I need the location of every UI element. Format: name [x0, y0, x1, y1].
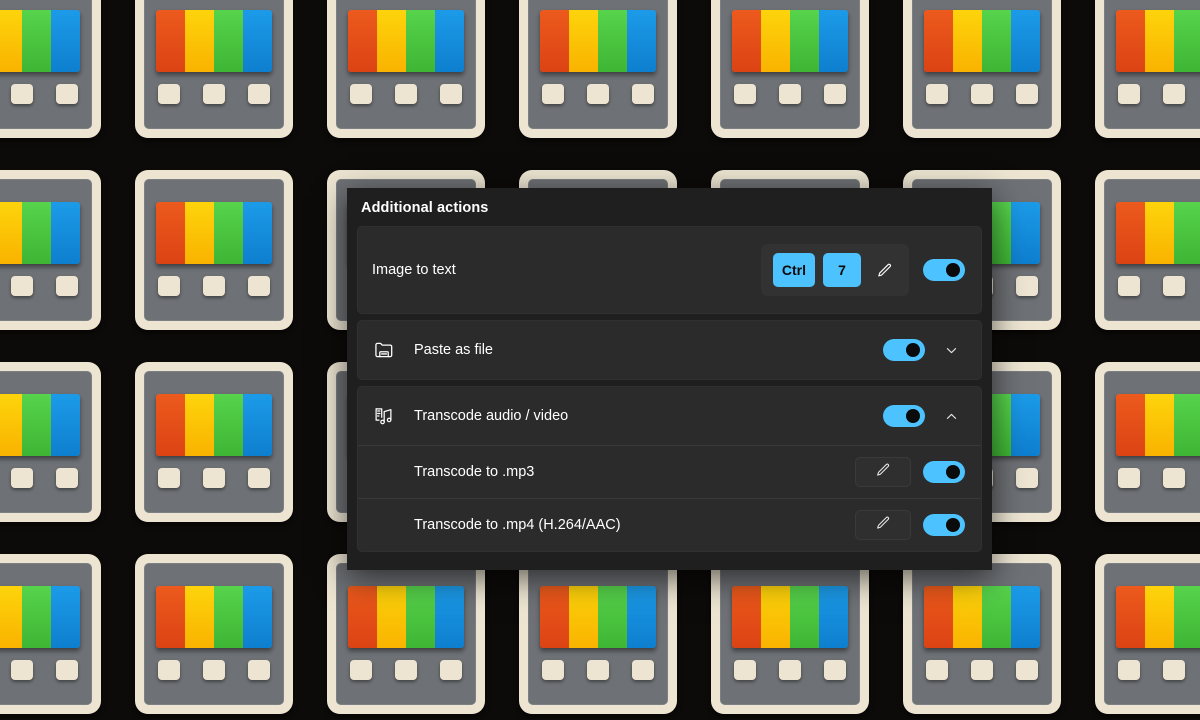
- chevron-up-icon[interactable]: [937, 402, 965, 430]
- setting-row-paste-as-file[interactable]: Paste as file: [358, 321, 981, 379]
- toggle-image-to-text[interactable]: [923, 259, 965, 281]
- setting-subrow-transcode-mp3[interactable]: Transcode to .mp3: [358, 445, 981, 498]
- setting-label-transcode-mp4: Transcode to .mp4 (H.264/AAC): [414, 517, 621, 533]
- edit-button-transcode-mp4[interactable]: [855, 510, 912, 540]
- chevron-down-icon[interactable]: [937, 336, 965, 364]
- retro-media-player-icon: [118, 0, 310, 154]
- retro-media-player-icon: [0, 538, 118, 720]
- shortcut-editor-image-to-text[interactable]: Ctrl 7: [760, 244, 909, 296]
- retro-media-player-icon: [1078, 346, 1200, 538]
- edit-button-transcode-mp3[interactable]: [855, 457, 912, 487]
- shortcut-key-7: 7: [823, 253, 861, 287]
- setting-label-transcode-audio-video: Transcode audio / video: [414, 408, 569, 424]
- setting-card-image-to-text: Image to text Ctrl 7: [357, 226, 982, 314]
- toggle-transcode-mp3[interactable]: [923, 461, 966, 483]
- setting-row-transcode-audio-video[interactable]: Transcode audio / video: [358, 387, 981, 445]
- setting-label-image-to-text: Image to text: [372, 262, 456, 278]
- toggle-paste-as-file[interactable]: [883, 339, 925, 361]
- media-note-icon: [372, 404, 396, 428]
- pencil-icon: [875, 515, 891, 536]
- toggle-transcode-audio-video[interactable]: [883, 405, 926, 427]
- setting-card-transcode: Transcode audio / video Transcode to .mp…: [357, 386, 982, 552]
- toggle-transcode-mp4[interactable]: [923, 514, 966, 536]
- pencil-icon[interactable]: [871, 257, 897, 283]
- retro-media-player-icon: [886, 0, 1078, 154]
- retro-media-player-icon: [1078, 154, 1200, 346]
- setting-label-transcode-mp3: Transcode to .mp3: [414, 464, 535, 480]
- folder-icon: [372, 338, 396, 362]
- pencil-icon: [875, 462, 891, 483]
- shortcut-key-ctrl: Ctrl: [772, 253, 815, 287]
- setting-row-image-to-text[interactable]: Image to text Ctrl 7: [358, 227, 981, 313]
- retro-media-player-icon: [118, 538, 310, 720]
- additional-actions-dialog: Additional actions Image to text Ctrl 7: [347, 188, 992, 570]
- page-title: Additional actions: [361, 200, 489, 216]
- retro-media-player-icon: [0, 346, 118, 538]
- retro-media-player-icon: [118, 154, 310, 346]
- setting-subrow-transcode-mp4[interactable]: Transcode to .mp4 (H.264/AAC): [358, 498, 981, 551]
- retro-media-player-icon: [694, 0, 886, 154]
- wallpaper-tile-row: [0, 0, 1200, 154]
- settings-list: Image to text Ctrl 7 Paste as file Trans…: [347, 226, 992, 552]
- setting-label-paste-as-file: Paste as file: [414, 342, 493, 358]
- retro-media-player-icon: [1078, 538, 1200, 720]
- retro-media-player-icon: [0, 0, 118, 154]
- retro-media-player-icon: [118, 346, 310, 538]
- setting-card-paste-as-file: Paste as file: [357, 320, 982, 380]
- retro-media-player-icon: [502, 0, 694, 154]
- retro-media-player-icon: [1078, 0, 1200, 154]
- retro-media-player-icon: [0, 154, 118, 346]
- retro-media-player-icon: [310, 0, 502, 154]
